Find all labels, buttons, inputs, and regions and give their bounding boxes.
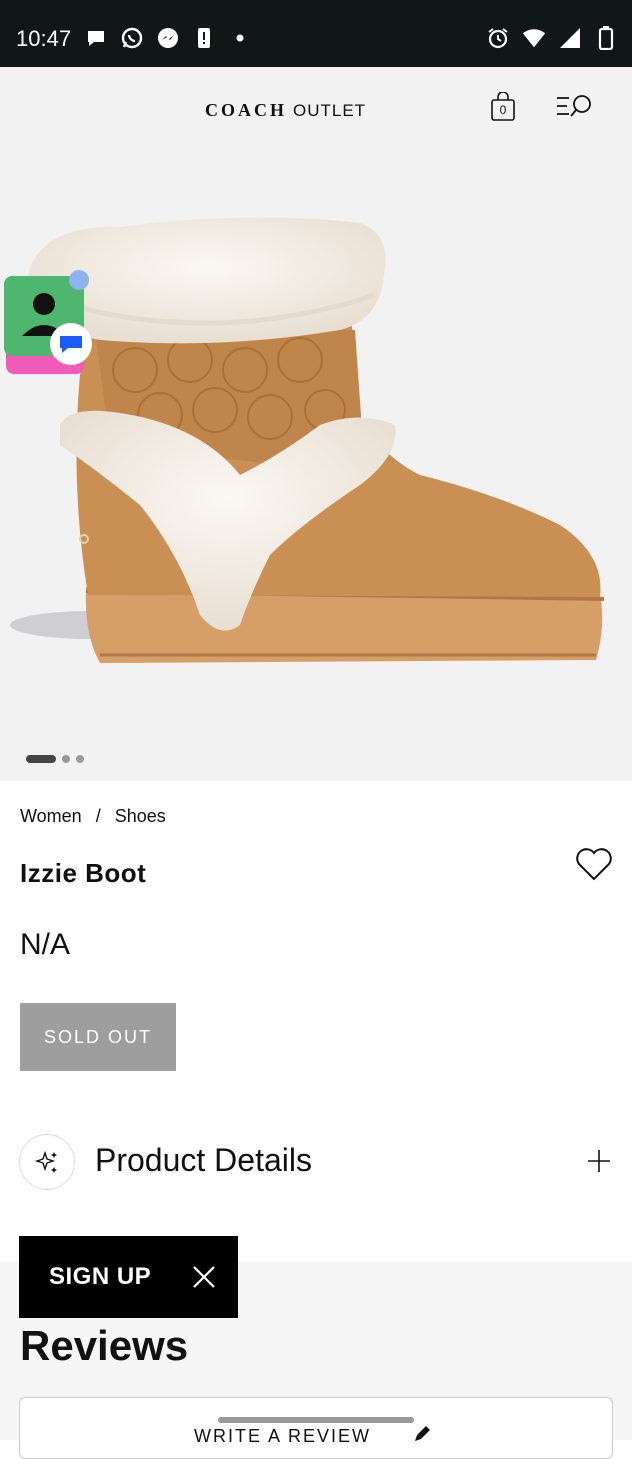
- sign-up-banner[interactable]: SIGN UP: [19, 1236, 238, 1318]
- brand-logo[interactable]: COACH OUTLET: [205, 100, 366, 121]
- carousel-dot-active[interactable]: [26, 755, 56, 763]
- boot-product-image: [10, 217, 605, 663]
- brand-coach: COACH: [205, 100, 287, 120]
- product-details-accordion[interactable]: Product Details: [0, 1130, 632, 1194]
- menu-search-icon: [557, 95, 591, 117]
- status-bar: 10:47: [0, 0, 632, 67]
- dot-icon: [228, 26, 252, 50]
- signal-icon: [558, 26, 582, 50]
- product-price: N/A: [20, 928, 71, 961]
- wifi-icon: [522, 26, 546, 50]
- product-image-carousel[interactable]: [0, 155, 632, 781]
- messenger-icon: [156, 26, 180, 50]
- breadcrumb-separator: /: [95, 806, 101, 826]
- menu-search-button[interactable]: [555, 93, 593, 121]
- carousel-dot[interactable]: [62, 755, 70, 763]
- plus-icon[interactable]: [586, 1148, 612, 1174]
- bag-count: 0: [499, 103, 507, 117]
- breadcrumb-shoes[interactable]: Shoes: [115, 806, 166, 827]
- whatsapp-icon: [120, 26, 144, 50]
- gesture-handle[interactable]: [218, 1417, 414, 1423]
- write-review-button[interactable]: WRITE A REVIEW: [19, 1397, 613, 1459]
- status-left-icons: [84, 26, 252, 50]
- floating-chat-head[interactable]: [4, 270, 96, 378]
- pencil-icon: [412, 1424, 432, 1444]
- alarm-icon: [486, 26, 510, 50]
- close-icon[interactable]: [192, 1265, 216, 1289]
- heart-icon: [576, 848, 612, 881]
- wishlist-button[interactable]: [575, 848, 613, 882]
- carousel-indicator[interactable]: [26, 755, 84, 763]
- sparkle-icon: [19, 1134, 75, 1190]
- status-right-icons: [486, 26, 618, 50]
- battery-icon: [594, 26, 618, 50]
- shopping-bag-button[interactable]: 0: [490, 91, 516, 122]
- product-details-label: Product Details: [95, 1142, 312, 1178]
- brand-outlet: OUTLET: [293, 101, 367, 120]
- alert-icon: [192, 26, 216, 50]
- carousel-dot[interactable]: [76, 755, 84, 763]
- chat-icon: [84, 26, 108, 50]
- reviews-heading: Reviews: [20, 1322, 189, 1369]
- sign-up-label: SIGN UP: [49, 1263, 152, 1290]
- status-time: 10:47: [16, 26, 72, 51]
- sold-out-button[interactable]: SOLD OUT: [20, 1003, 176, 1071]
- product-title: Izzie Boot: [20, 858, 147, 888]
- breadcrumb: Women / Shoes: [20, 806, 166, 827]
- write-review-label: WRITE A REVIEW: [194, 1426, 372, 1446]
- breadcrumb-women[interactable]: Women: [20, 806, 82, 827]
